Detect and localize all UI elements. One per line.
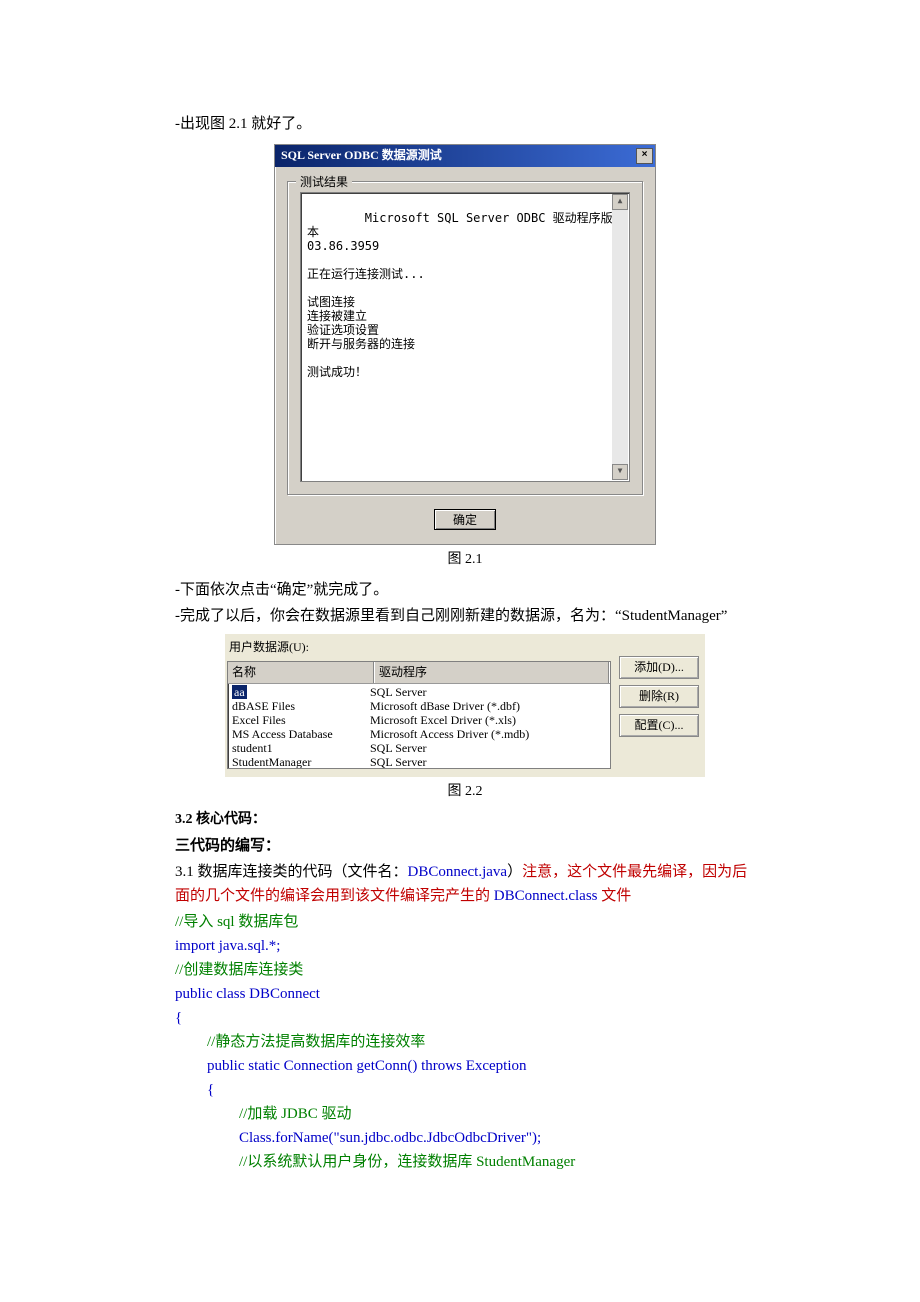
ok-button[interactable]: 确定	[434, 509, 496, 530]
scroll-up-icon[interactable]: ▲	[612, 194, 628, 210]
odbc-test-dialog: SQL Server ODBC 数据源测试 × 测试结果 Microsoft S…	[274, 144, 656, 545]
section-3-2-heading: 3.2 核心代码：	[175, 809, 755, 831]
groupbox-label: 测试结果	[296, 173, 352, 192]
dialog-title: SQL Server ODBC 数据源测试	[281, 146, 636, 165]
para-3-1: 3.1 数据库连接类的代码（文件名：DBConnect.java）注意，这个文件…	[175, 860, 755, 908]
code-line-import: import java.sql.*;	[175, 934, 755, 958]
test-results-groupbox: 测试结果 Microsoft SQL Server ODBC 驱动程序版本 03…	[287, 181, 643, 495]
scroll-down-icon[interactable]: ▼	[612, 464, 628, 480]
listview-header[interactable]: 名称 驱动程序	[228, 662, 610, 684]
table-row[interactable]: aaSQL Server	[228, 685, 610, 699]
user-ds-label: 用户数据源(U):	[227, 636, 611, 661]
figure-2-1-caption: 图 2.1	[175, 549, 755, 571]
table-row[interactable]: student1SQL Server	[228, 741, 610, 755]
close-icon[interactable]: ×	[636, 148, 653, 164]
col-name-header[interactable]: 名称	[228, 662, 375, 683]
scroll-track[interactable]	[612, 210, 628, 464]
code-comment-3: //静态方法提高数据库的连接效率	[175, 1030, 755, 1054]
body-line-3: -完成了以后，你会在数据源里看到自己刚刚新建的数据源，名为：“StudentMa…	[175, 604, 755, 628]
code-line-method: public static Connection getConn() throw…	[175, 1054, 755, 1078]
body-line-2: -下面依次点击“确定”就完成了。	[175, 578, 755, 602]
code-line-forname: Class.forName("sun.jdbc.odbc.JdbcOdbcDri…	[175, 1126, 755, 1150]
test-results-text: Microsoft SQL Server ODBC 驱动程序版本 03.86.3…	[307, 211, 613, 379]
add-button[interactable]: 添加(D)...	[619, 656, 699, 679]
table-row[interactable]: StudentManagerSQL Server	[228, 755, 610, 769]
table-row[interactable]: dBASE FilesMicrosoft dBase Driver (*.dbf…	[228, 699, 610, 713]
code-comment-2: //创建数据库连接类	[175, 958, 755, 982]
configure-button[interactable]: 配置(C)...	[619, 714, 699, 737]
test-results-textarea[interactable]: Microsoft SQL Server ODBC 驱动程序版本 03.86.3…	[300, 192, 630, 482]
code-comment-5: //以系统默认用户身份，连接数据库 StudentManager	[175, 1150, 755, 1174]
subheading-codewriting: 三代码的编写：	[175, 834, 755, 858]
scrollbar[interactable]: ▲ ▼	[612, 194, 628, 480]
delete-button[interactable]: 删除(R)	[619, 685, 699, 708]
dialog-titlebar[interactable]: SQL Server ODBC 数据源测试 ×	[275, 145, 655, 167]
code-line-brace2: {	[175, 1078, 755, 1102]
user-ds-listview[interactable]: 名称 驱动程序 aaSQL ServerdBASE FilesMicrosoft…	[227, 661, 611, 769]
code-comment-1: //导入 sql 数据库包	[175, 910, 755, 934]
code-comment-4: //加载 JDBC 驱动	[175, 1102, 755, 1126]
figure-2-2-caption: 图 2.2	[175, 781, 755, 803]
table-row[interactable]: Excel FilesMicrosoft Excel Driver (*.xls…	[228, 713, 610, 727]
col-driver-header[interactable]: 驱动程序	[375, 662, 610, 683]
user-data-sources-panel: 用户数据源(U): 名称 驱动程序 aaSQL ServerdBASE File…	[225, 634, 705, 777]
body-line-1: -出现图 2.1 就好了。	[175, 112, 755, 136]
code-line-class: public class DBConnect	[175, 982, 755, 1006]
table-row[interactable]: MS Access DatabaseMicrosoft Access Drive…	[228, 727, 610, 741]
code-line-brace1: {	[175, 1006, 755, 1030]
